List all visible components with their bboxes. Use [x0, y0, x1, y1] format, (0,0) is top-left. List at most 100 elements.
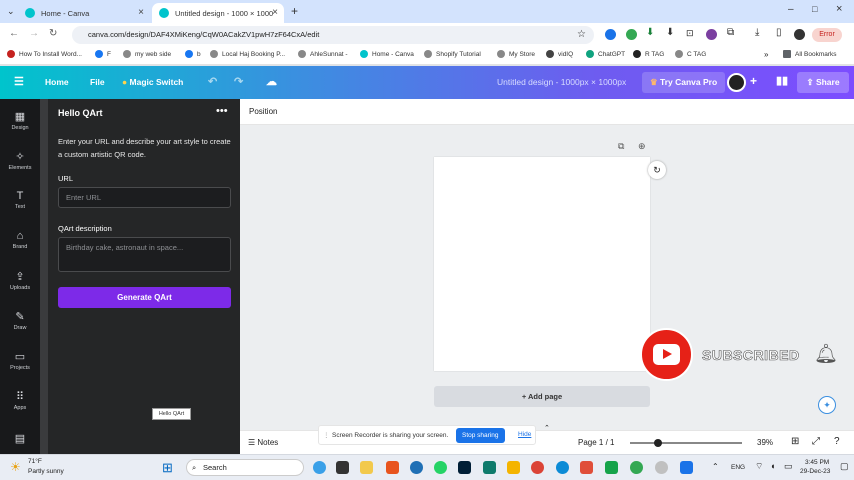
nav-design[interactable]: ▦ Design: [0, 110, 40, 131]
weather-condition[interactable]: Partly sunny: [28, 468, 64, 475]
magic-switch-button[interactable]: ● Magic Switch: [122, 77, 183, 87]
app-icon[interactable]: [483, 461, 496, 474]
nav-projects[interactable]: ▭ Projects: [0, 350, 40, 371]
notification-icon[interactable]: ▢: [840, 461, 849, 472]
nav-uploads[interactable]: ⇪ Uploads: [0, 270, 40, 291]
tab-search-icon[interactable]: ⌄: [7, 6, 15, 17]
edge-icon[interactable]: [556, 461, 569, 474]
nav-brand[interactable]: ⌂ Brand: [0, 230, 40, 250]
bookmark-item[interactable]: C TAG: [675, 50, 706, 58]
chevron-up-icon[interactable]: ⌃: [544, 424, 550, 432]
wifi-icon[interactable]: ⌔: [755, 461, 763, 472]
zoom-slider[interactable]: [630, 439, 742, 447]
grid-view-icon[interactable]: ⊞: [791, 436, 799, 447]
design-page[interactable]: ↻: [434, 157, 666, 371]
home-button[interactable]: Home: [45, 77, 69, 87]
app-icon[interactable]: [386, 461, 399, 474]
photoshop-icon[interactable]: [458, 461, 471, 474]
taskbar-search[interactable]: ⌕ Search: [186, 459, 304, 476]
duplicate-page-icon[interactable]: ⧉: [618, 141, 624, 152]
bookmark-item[interactable]: R TAG: [633, 50, 664, 58]
magic-assistant-icon[interactable]: ✦: [818, 396, 836, 414]
hide-button[interactable]: Hide: [518, 431, 531, 438]
app-icon[interactable]: [655, 461, 668, 474]
qart-description-input[interactable]: Birthday cake, astronaut in space...: [58, 237, 231, 272]
start-icon[interactable]: ⊞: [162, 460, 173, 476]
profile-avatar[interactable]: [794, 29, 805, 40]
bookmark-item[interactable]: my web side: [123, 50, 171, 58]
nav-elements[interactable]: ✧ Elements: [0, 150, 40, 171]
add-page-icon[interactable]: ⊕: [638, 141, 646, 152]
fullscreen-icon[interactable]: ⤢: [812, 436, 820, 447]
undo-icon[interactable]: ↶: [208, 75, 217, 88]
avatar[interactable]: [727, 73, 746, 92]
cloud-save-icon[interactable]: ☁: [266, 75, 277, 88]
drag-handle-icon[interactable]: ⋮: [323, 431, 330, 439]
add-page-button[interactable]: + Add page: [434, 386, 650, 407]
chrome-icon[interactable]: [630, 461, 643, 474]
page-indicator[interactable]: Page 1 / 1: [578, 438, 614, 447]
bookmark-item[interactable]: AhleSunnat -: [298, 50, 348, 58]
bookmark-item[interactable]: F: [95, 50, 111, 58]
tab-home-canva[interactable]: Home - Canva ×: [18, 3, 150, 23]
folder-icon[interactable]: [507, 461, 520, 474]
all-bookmarks[interactable]: All Bookmarks: [783, 50, 837, 58]
extension-icon[interactable]: ⊡: [686, 28, 694, 39]
insights-icon[interactable]: ▮▮: [776, 74, 788, 87]
bookmark-item[interactable]: My Store: [497, 50, 535, 58]
close-window-icon[interactable]: ×: [836, 3, 842, 15]
extension-icon[interactable]: [706, 29, 717, 40]
panel-scrollbar[interactable]: [40, 99, 48, 454]
copilot-icon[interactable]: [313, 461, 326, 474]
zoom-level[interactable]: 39%: [757, 438, 773, 447]
bookmark-item[interactable]: How To Install Word...: [7, 50, 82, 58]
extension-icon[interactable]: [626, 29, 637, 40]
share-button[interactable]: ⇪ Share: [797, 72, 849, 93]
position-button[interactable]: Position: [249, 107, 277, 116]
bookmark-item[interactable]: ChatGPT: [586, 50, 625, 58]
file-button[interactable]: File: [90, 77, 105, 87]
design-title[interactable]: Untitled design - 1000px × 1000px: [497, 77, 626, 87]
weather-temp[interactable]: 71°F: [28, 458, 42, 465]
bookmark-item[interactable]: Home - Canva: [360, 50, 414, 58]
nav-app-thumbnail[interactable]: ▤: [0, 432, 40, 447]
maximize-icon[interactable]: □: [812, 4, 817, 14]
nav-apps[interactable]: ⠿ Apps: [0, 390, 40, 411]
generate-qart-button[interactable]: Generate QArt: [58, 287, 231, 308]
clock-time[interactable]: 3:45 PM: [805, 459, 829, 466]
app-icon[interactable]: [680, 461, 693, 474]
new-tab-icon[interactable]: +: [291, 4, 298, 18]
download-icon[interactable]: ⬇: [666, 27, 674, 38]
tab-untitled-design[interactable]: Untitled design - 1000 × 1000p ×: [152, 3, 284, 23]
stop-sharing-button[interactable]: Stop sharing: [456, 428, 505, 443]
close-tab-icon[interactable]: ×: [272, 7, 278, 18]
zoom-slider-thumb[interactable]: [654, 439, 662, 447]
chevron-up-icon[interactable]: ⌃: [712, 462, 719, 471]
error-badge[interactable]: Error: [812, 28, 842, 42]
battery-icon[interactable]: ▭: [784, 461, 793, 472]
bookmark-item[interactable]: vidIQ: [546, 50, 573, 58]
app-icon[interactable]: [580, 461, 593, 474]
minimize-icon[interactable]: –: [788, 4, 794, 15]
nav-draw[interactable]: ✎ Draw: [0, 310, 40, 331]
url-bar[interactable]: canva.com/design/DAF4XMiKeng/CqW0ACakZV1…: [72, 26, 594, 44]
bookmark-item[interactable]: b: [185, 50, 201, 58]
add-people-icon[interactable]: +: [750, 74, 757, 88]
downloads-icon[interactable]: ⤓: [755, 27, 759, 38]
file-explorer-icon[interactable]: [336, 461, 349, 474]
app-icon[interactable]: [605, 461, 618, 474]
close-tab-icon[interactable]: ×: [138, 7, 144, 18]
clock-date[interactable]: 29-Dec-23: [800, 468, 830, 475]
volume-icon[interactable]: ◖: [770, 461, 775, 471]
forward-icon[interactable]: →: [29, 28, 39, 39]
refresh-icon[interactable]: ↻: [648, 161, 666, 179]
chrome-icon[interactable]: [531, 461, 544, 474]
more-options-icon[interactable]: •••: [216, 105, 228, 117]
notes-button[interactable]: ☰ Notes: [248, 438, 278, 447]
help-icon[interactable]: ?: [834, 436, 840, 447]
extension-icon[interactable]: [605, 29, 616, 40]
url-input[interactable]: Enter URL: [58, 187, 231, 208]
reload-icon[interactable]: ↻: [49, 28, 57, 39]
bookmark-item[interactable]: Shopify Tutorial: [424, 50, 481, 58]
bookmark-item[interactable]: Local Haj Booking P...: [210, 50, 285, 58]
